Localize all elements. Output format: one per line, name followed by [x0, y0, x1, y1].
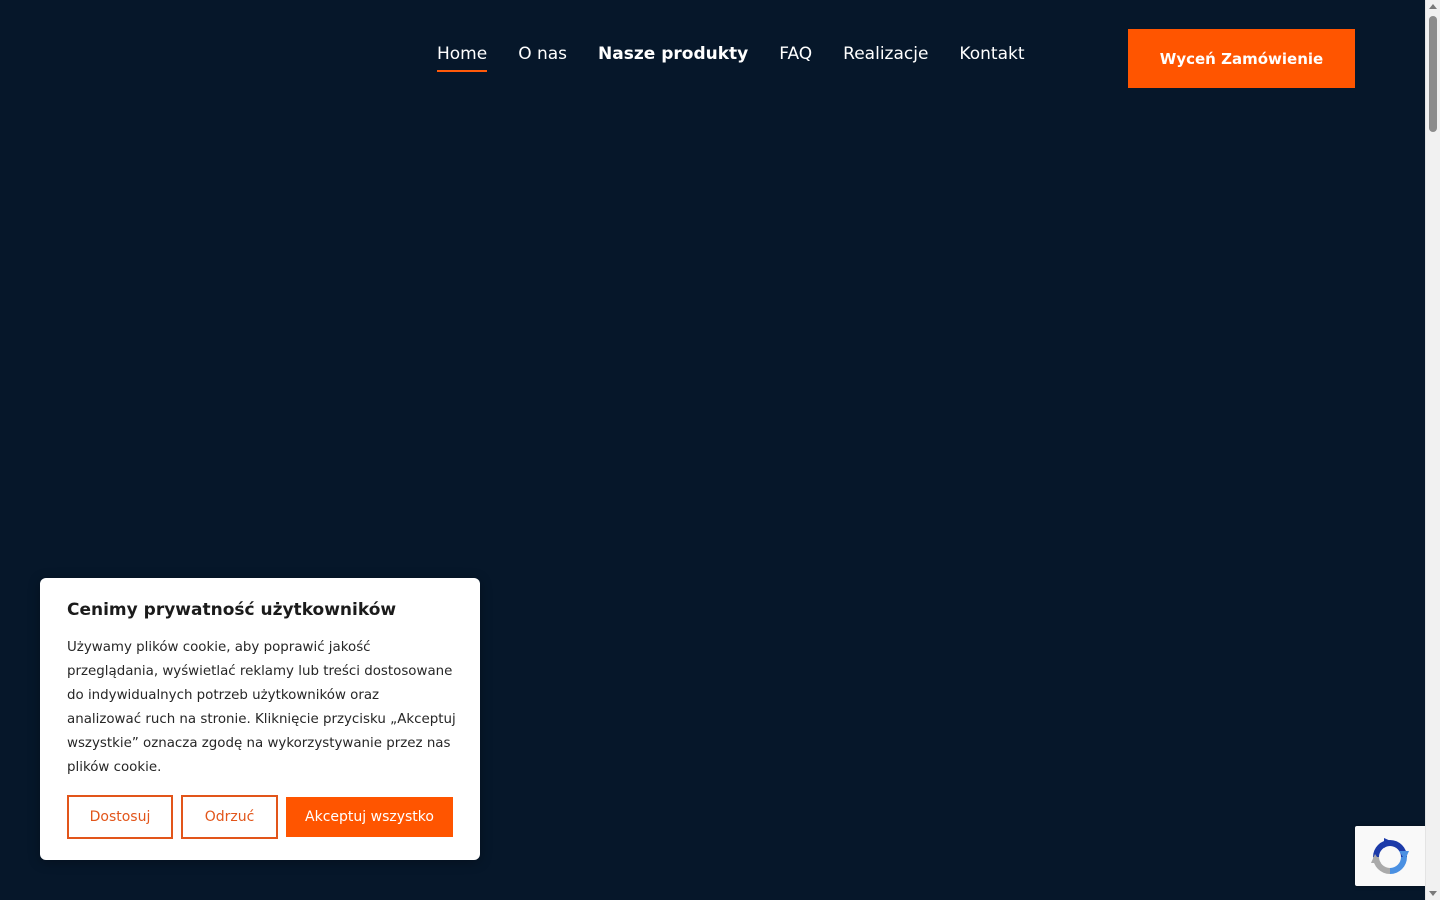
nav-item-realizations[interactable]: Realizacje [843, 44, 928, 70]
quote-order-button[interactable]: Wyceń Zamówienie [1128, 29, 1355, 88]
nav-item-products[interactable]: Nasze produkty [598, 44, 748, 70]
scroll-up-icon[interactable] [1429, 4, 1437, 9]
cookie-buttons: Dostosuj Odrzuć Akceptuj wszystko [67, 795, 453, 839]
nav-item-contact[interactable]: Kontakt [959, 44, 1024, 70]
main-nav: Home O nas Nasze produkty FAQ Realizacje… [437, 44, 1056, 72]
cookie-text: Używamy plików cookie, aby poprawić jako… [67, 640, 456, 775]
recaptcha-badge[interactable] [1355, 826, 1425, 886]
recaptcha-icon [1371, 838, 1409, 874]
nav-item-faq[interactable]: FAQ [779, 44, 812, 70]
page-scrollbar[interactable] [1425, 0, 1440, 900]
cookie-title: Cenimy prywatność użytkowników [67, 600, 397, 620]
nav-item-about[interactable]: O nas [518, 44, 567, 70]
page-background: Home O nas Nasze produkty FAQ Realizacje… [0, 0, 1425, 900]
reject-button[interactable]: Odrzuć [181, 795, 278, 839]
cookie-consent-banner: Cenimy prywatność użytkowników Używamy p… [40, 578, 480, 860]
accept-all-button[interactable]: Akceptuj wszystko [286, 797, 453, 837]
customize-button[interactable]: Dostosuj [67, 795, 173, 839]
nav-item-home[interactable]: Home [437, 44, 488, 72]
scroll-thumb[interactable] [1429, 16, 1437, 132]
scroll-down-icon[interactable] [1429, 891, 1437, 896]
